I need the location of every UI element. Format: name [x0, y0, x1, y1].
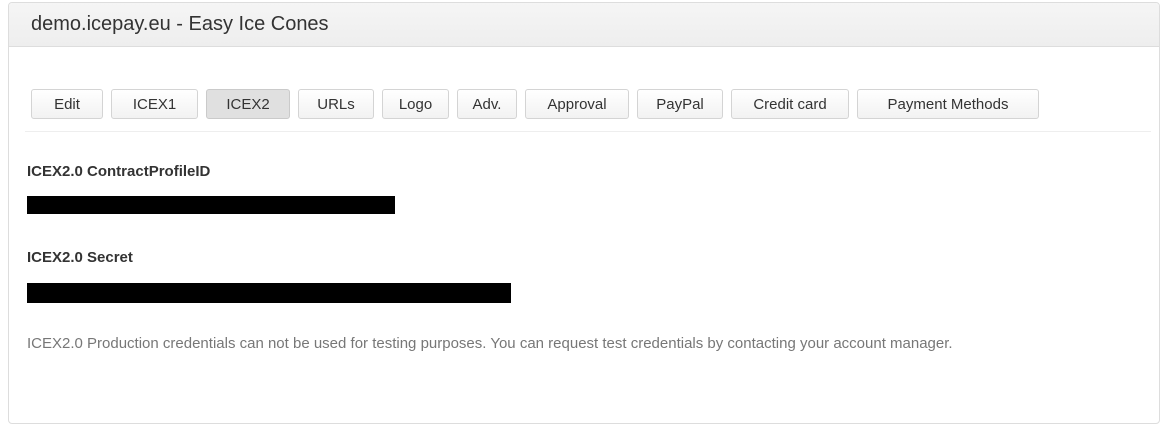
tab-logo[interactable]: Logo	[382, 89, 449, 119]
credentials-note: ICEX2.0 Production credentials can not b…	[27, 335, 953, 352]
settings-panel: demo.icepay.eu - Easy Ice Cones Edit ICE…	[8, 2, 1160, 424]
tab-bar: Edit ICEX1 ICEX2 URLs Logo Adv. Approval…	[31, 89, 1047, 119]
tab-paypal[interactable]: PayPal	[637, 89, 723, 119]
tab-adv[interactable]: Adv.	[457, 89, 517, 119]
tab-credit-card[interactable]: Credit card	[731, 89, 849, 119]
tab-edit[interactable]: Edit	[31, 89, 103, 119]
tab-icex2[interactable]: ICEX2	[206, 89, 290, 119]
tab-approval[interactable]: Approval	[525, 89, 629, 119]
tab-payment-methods[interactable]: Payment Methods	[857, 89, 1039, 119]
panel-heading: demo.icepay.eu - Easy Ice Cones	[9, 3, 1159, 47]
secret-value-redacted	[27, 283, 511, 303]
tab-icex1[interactable]: ICEX1	[111, 89, 198, 119]
panel-title: demo.icepay.eu - Easy Ice Cones	[31, 13, 329, 35]
tabs-divider	[25, 131, 1151, 132]
contract-profile-id-value-redacted	[27, 196, 395, 214]
secret-label: ICEX2.0 Secret	[27, 249, 133, 266]
contract-profile-id-label: ICEX2.0 ContractProfileID	[27, 163, 211, 180]
tab-urls[interactable]: URLs	[298, 89, 374, 119]
